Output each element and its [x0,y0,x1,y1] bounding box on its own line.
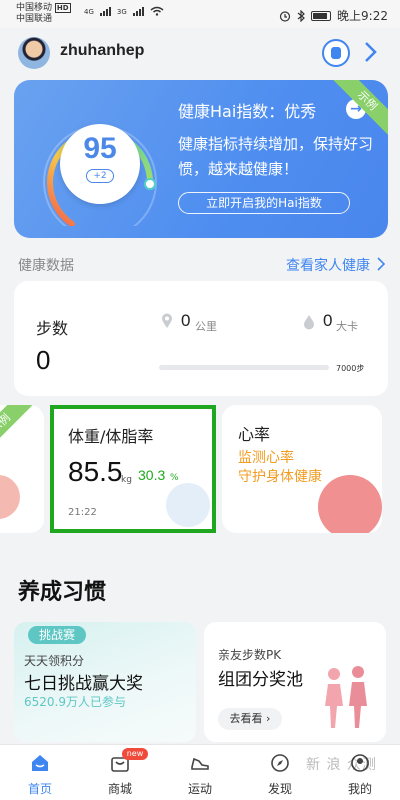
weight-fat-card[interactable]: 体重/体脂率 85.5 kg 30.3 % 21:22 [50,405,216,533]
hai-score: 95 [83,132,117,165]
pk-subtitle: 亲友步数PK [218,648,282,662]
tab-discover-label: 发现 [267,782,292,796]
tab-shop[interactable]: new 商城 [80,745,160,800]
tab-home-label: 首页 [27,782,52,796]
heart-rate-line-2: 守护身体健康 [238,469,322,485]
gauge-knob [144,178,156,190]
tab-sport-label: 运动 [187,782,212,796]
watermark: 新 浪 众测 [306,757,377,773]
sample-badge: 示例 [0,405,44,465]
view-family-health-link[interactable]: 查看家人健康 [286,255,370,275]
net-label-2: 3G [116,8,127,16]
tab-home[interactable]: 首页 [0,745,80,800]
sample-badge-label: 示例 [0,405,38,461]
flame-icon [304,315,314,330]
calories-value: 0 [323,311,333,330]
watch-device-icon[interactable] [322,39,350,67]
shoe-icon [191,757,209,770]
weight-title: 体重/体脂率 [68,427,154,446]
challenge-title: 七日挑战赢大奖 [24,674,143,694]
heart-icon [318,475,382,533]
habits-title: 养成习惯 [18,580,107,605]
profile-header: zhuhanhep [0,28,400,78]
walking-people-icon [325,666,367,728]
tab-sport[interactable]: 运动 [160,745,240,800]
go-see-label: 去看看 [229,712,263,725]
challenge-tag: 挑战赛 [28,626,86,644]
pk-title: 组团分奖池 [218,670,303,690]
status-bar: 中国移动 HD 中国联通 4G 3G 晚上9:22 [0,0,400,28]
open-hai-button[interactable]: 立即开启我的Hai指数 [178,192,350,214]
weight-unit: kg [121,475,132,485]
heart-rate-card[interactable]: 心率 监测心率 守护身体健康 [222,405,382,533]
sample-badge-label: 示例 [330,80,388,138]
hai-score-delta: +2 [86,169,114,183]
hai-title: 健康Hai指数：优秀 [178,102,317,121]
net-label-1: 4G [84,8,94,16]
card-decoration [0,475,20,519]
challenge-subtitle: 天天领积分 [24,654,85,668]
chevron-right-icon[interactable] [376,257,386,271]
heart-rate-line-1: 监测心率 [238,450,294,466]
alarm-icon [279,10,291,22]
status-right: 晚上9:22 [279,7,388,24]
carrier-2: 中国联通 [16,14,53,24]
heart-rate-subtitle: 监测心率 守护身体健康 [238,449,322,487]
chevron-right-icon[interactable] [362,40,378,64]
step-pk-card[interactable]: 亲友步数PK 组团分奖池 去看看 › [204,622,386,742]
distance-unit: 公里 [195,320,217,333]
hd-badge: HD [54,3,71,13]
go-see-button[interactable]: 去看看 › [218,708,282,730]
carrier-labels: 中国移动 HD 中国联通 [16,3,71,25]
bluetooth-icon [297,9,305,22]
avatar[interactable] [18,37,50,69]
metric-cards-row: 示例 体重/体脂率 85.5 kg 30.3 % 21:22 心率 监测心率 守… [0,405,400,535]
heart-rate-title: 心率 [238,425,271,444]
previous-card-peek[interactable]: 示例 [0,405,44,533]
username[interactable]: zhuhanhep [60,42,144,60]
calories-unit: 大卡 [336,320,358,333]
challenge-participants: 6520.9万人已参与 [24,695,126,709]
clock: 晚上9:22 [337,9,388,23]
hai-index-card[interactable]: 95 +2 健康Hai指数：优秀 → 健康指标持续增加，保持好习惯，越来越健康！… [14,80,388,238]
compass-icon [271,754,289,772]
steps-title: 步数 [36,319,69,338]
body-fat-unit: % [170,473,179,483]
challenge-card[interactable]: 挑战赛 天天领积分 七日挑战赢大奖 6520.9万人已参与 [14,622,196,742]
signal-icon [99,6,111,16]
carrier-1: 中国移动 [16,3,53,13]
body-fat-value: 30.3 [138,467,166,483]
location-pin-icon [162,313,172,328]
sample-badge: 示例 [328,80,388,140]
weight-time: 21:22 [68,507,97,518]
tab-mine-label: 我的 [347,782,372,796]
distance-value: 0 [181,311,191,330]
signal-group: 4G 3G [84,6,164,16]
home-icon [32,755,48,771]
tab-shop-label: 商城 [107,782,132,796]
health-data-label: 健康数据 [18,258,74,274]
weight-value: 85.5 [68,456,123,487]
signal-icon-2 [132,6,144,16]
wifi-icon [150,6,164,16]
steps-goal: 7000步 [336,364,365,373]
battery-icon [311,10,332,21]
steps-progress-bar [159,365,329,370]
new-badge: new [122,748,148,760]
steps-value: 0 [36,345,51,375]
health-data-row: 健康数据 查看家人健康 [18,253,388,275]
steps-card[interactable]: 步数 0 0 公里 0 大卡 7000步 [14,281,388,396]
scale-icon [166,483,210,527]
